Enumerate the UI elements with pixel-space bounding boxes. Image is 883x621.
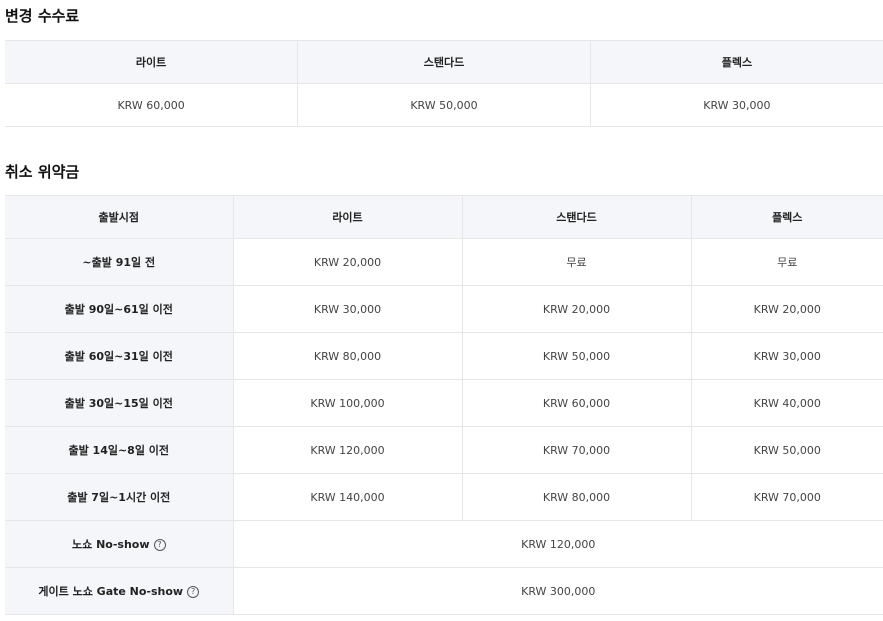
change-fee-standard: KRW 50,000 xyxy=(297,83,591,127)
noshow-value: KRW 120,000 xyxy=(233,520,883,568)
header-standard: 스탠다드 xyxy=(462,195,692,239)
table-row: 출발 14일~8일 이전 KRW 120,000 KRW 70,000 KRW … xyxy=(5,426,883,474)
row-label: 출발 14일~8일 이전 xyxy=(5,426,234,474)
change-fee-title: 변경 수수료 xyxy=(5,7,80,25)
change-fee-table: 라이트 스탠다드 플렉스 KRW 60,000 KRW 50,000 KRW 3… xyxy=(5,40,883,127)
cell-flex: KRW 70,000 xyxy=(691,473,883,521)
table-row: 출발 90일~61일 이전 KRW 30,000 KRW 20,000 KRW … xyxy=(5,285,883,333)
cell-flex: 무료 xyxy=(691,238,883,286)
row-label: ~출발 91일 전 xyxy=(5,238,234,286)
change-fee-lite: KRW 60,000 xyxy=(5,83,299,127)
cell-standard: KRW 80,000 xyxy=(462,473,692,521)
cell-lite: KRW 140,000 xyxy=(233,473,463,521)
noshow-label-text: 노쇼 No-show xyxy=(72,538,150,551)
cell-flex: KRW 30,000 xyxy=(691,332,883,380)
cell-standard: KRW 20,000 xyxy=(462,285,692,333)
cell-lite: KRW 30,000 xyxy=(233,285,463,333)
table-row: 출발 60일~31일 이전 KRW 80,000 KRW 50,000 KRW … xyxy=(5,332,883,380)
change-fee-row: KRW 60,000 KRW 50,000 KRW 30,000 xyxy=(5,83,883,127)
cell-flex: KRW 20,000 xyxy=(691,285,883,333)
cell-standard: KRW 50,000 xyxy=(462,332,692,380)
cell-flex: KRW 40,000 xyxy=(691,379,883,427)
change-fee-header-row: 라이트 스탠다드 플렉스 xyxy=(5,40,883,84)
gate-noshow-label: 게이트 노쇼 Gate No-show? xyxy=(5,567,234,615)
row-label: 출발 60일~31일 이전 xyxy=(5,332,234,380)
cell-standard: 무료 xyxy=(462,238,692,286)
header-lite: 라이트 xyxy=(233,195,463,239)
cancel-fee-table: 출발시점 라이트 스탠다드 플렉스 ~출발 91일 전 KRW 20,000 무… xyxy=(5,195,883,615)
header-standard: 스탠다드 xyxy=(297,40,591,84)
header-flex: 플렉스 xyxy=(590,40,883,84)
cell-flex: KRW 50,000 xyxy=(691,426,883,474)
row-label: 출발 90일~61일 이전 xyxy=(5,285,234,333)
noshow-label: 노쇼 No-show? xyxy=(5,520,234,568)
gate-noshow-row: 게이트 노쇼 Gate No-show? KRW 300,000 xyxy=(5,567,883,615)
table-row: 출발 7일~1시간 이전 KRW 140,000 KRW 80,000 KRW … xyxy=(5,473,883,521)
table-row: 출발 30일~15일 이전 KRW 100,000 KRW 60,000 KRW… xyxy=(5,379,883,427)
cell-lite: KRW 100,000 xyxy=(233,379,463,427)
row-label: 출발 7일~1시간 이전 xyxy=(5,473,234,521)
cell-lite: KRW 120,000 xyxy=(233,426,463,474)
header-lite: 라이트 xyxy=(5,40,299,84)
header-departure-time: 출발시점 xyxy=(5,195,234,239)
gate-noshow-value: KRW 300,000 xyxy=(233,567,883,615)
cell-standard: KRW 60,000 xyxy=(462,379,692,427)
row-label: 출발 30일~15일 이전 xyxy=(5,379,234,427)
table-row: ~출발 91일 전 KRW 20,000 무료 무료 xyxy=(5,238,883,286)
cancel-fee-title: 취소 위약금 xyxy=(5,163,80,181)
noshow-row: 노쇼 No-show? KRW 120,000 xyxy=(5,520,883,568)
change-fee-flex: KRW 30,000 xyxy=(590,83,883,127)
header-flex: 플렉스 xyxy=(691,195,883,239)
cell-lite: KRW 20,000 xyxy=(233,238,463,286)
cancel-fee-header-row: 출발시점 라이트 스탠다드 플렉스 xyxy=(5,195,883,239)
cell-standard: KRW 70,000 xyxy=(462,426,692,474)
gate-noshow-label-text: 게이트 노쇼 Gate No-show xyxy=(38,585,184,598)
cell-lite: KRW 80,000 xyxy=(233,332,463,380)
question-circle-icon[interactable]: ? xyxy=(187,586,200,598)
question-circle-icon[interactable]: ? xyxy=(153,539,166,551)
